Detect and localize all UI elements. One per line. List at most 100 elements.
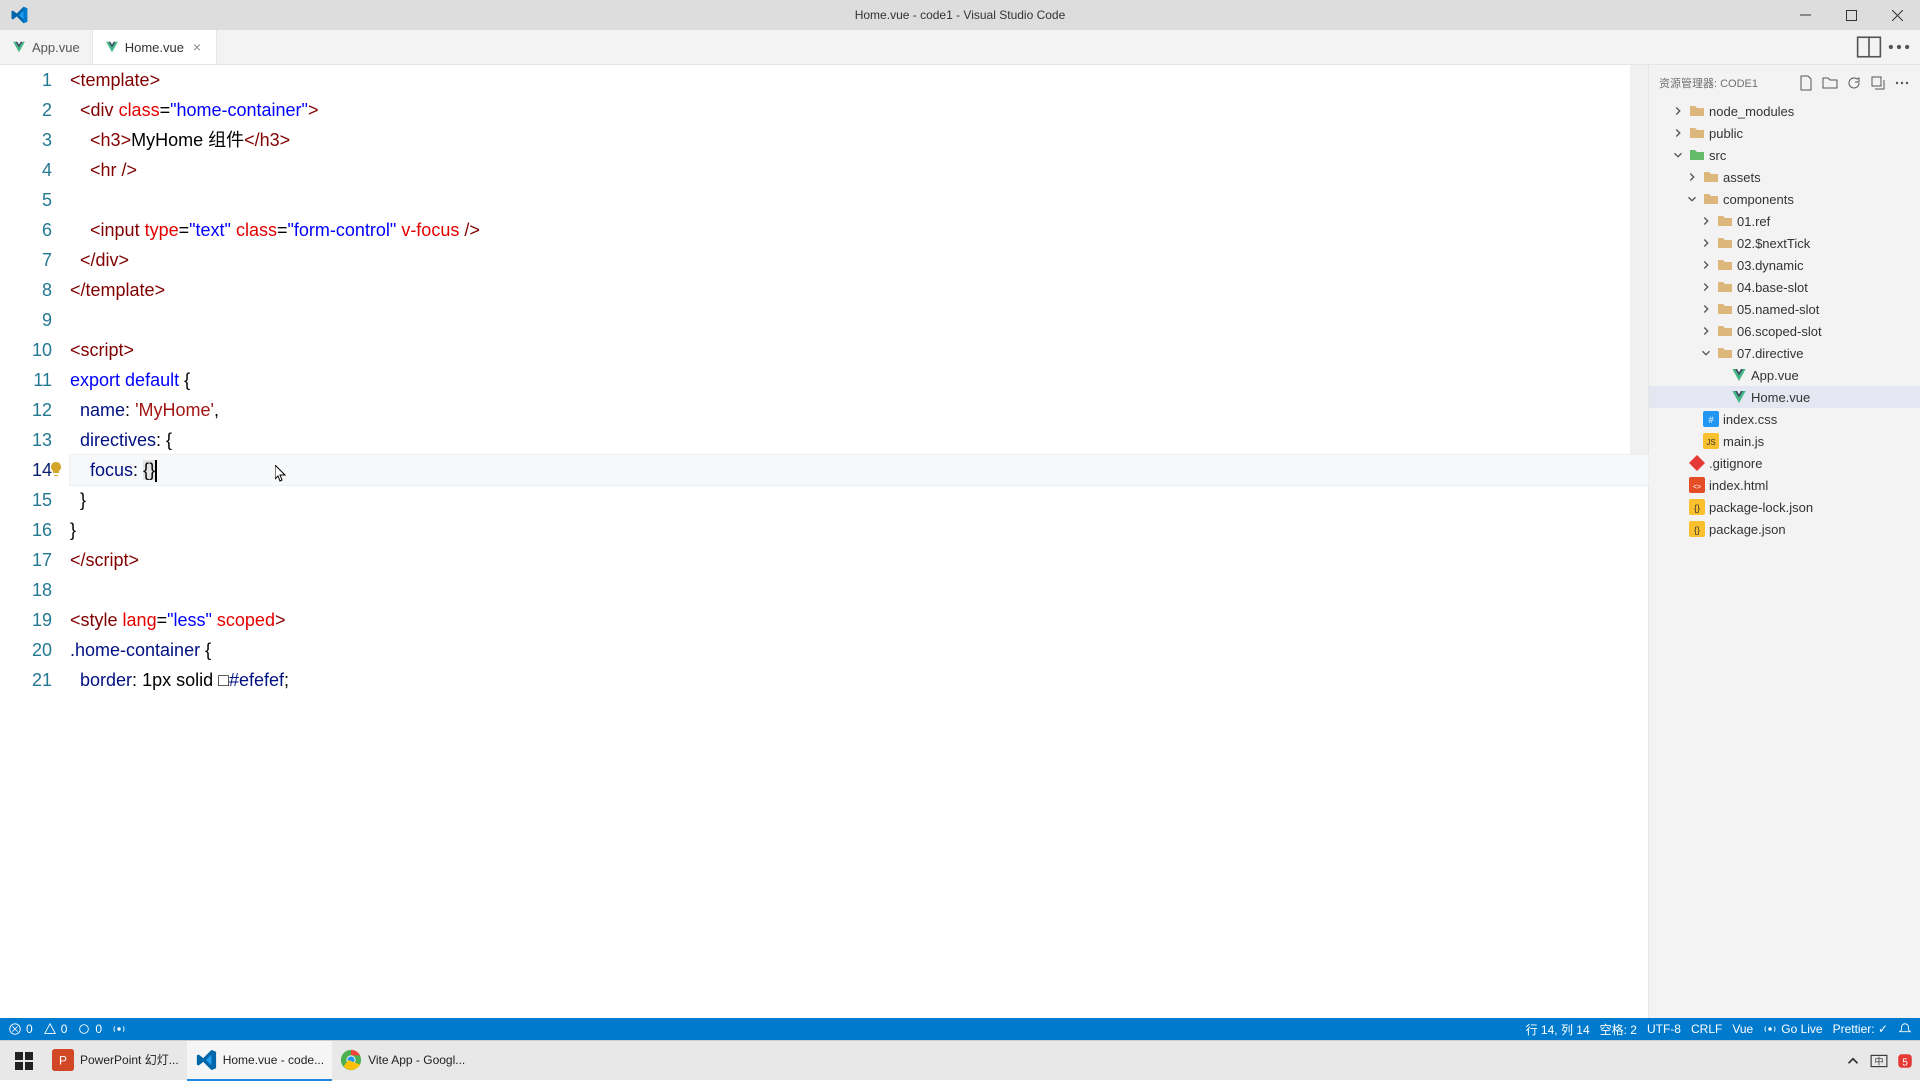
code-line[interactable]: <h3>MyHome 组件</h3>	[70, 125, 1648, 155]
code-line[interactable]: </script>	[70, 545, 1648, 575]
new-folder-icon[interactable]	[1822, 75, 1838, 91]
svg-text:{}: {}	[1694, 503, 1700, 513]
new-file-icon[interactable]	[1798, 75, 1814, 91]
status-bell-icon[interactable]	[1898, 1022, 1912, 1036]
tab-app-vue[interactable]: App.vue	[0, 30, 93, 64]
code-line[interactable]: name: 'MyHome',	[70, 395, 1648, 425]
chevron-right-icon[interactable]	[1699, 324, 1713, 338]
split-editor-icon[interactable]	[1856, 34, 1882, 60]
status-port[interactable]: 0	[77, 1022, 102, 1036]
collapse-all-icon[interactable]	[1870, 75, 1886, 91]
chevron-right-icon[interactable]	[1699, 236, 1713, 250]
tree-item-label: 02.$nextTick	[1737, 236, 1810, 251]
code-line[interactable]	[70, 575, 1648, 605]
code-line[interactable]: directives: {	[70, 425, 1648, 455]
tree-item-06-scoped-slot[interactable]: 06.scoped-slot	[1649, 320, 1920, 342]
tree-item-package-lock-json[interactable]: {}package-lock.json	[1649, 496, 1920, 518]
chevron-right-icon[interactable]	[1699, 258, 1713, 272]
status-eol[interactable]: CRLF	[1691, 1022, 1722, 1036]
tree-item-03-dynamic[interactable]: 03.dynamic	[1649, 254, 1920, 276]
tab-home-vue[interactable]: Home.vue×	[93, 30, 217, 64]
tree-item-app-vue[interactable]: App.vue	[1649, 364, 1920, 386]
code-editor[interactable]: 123456789101112131415161718192021 <templ…	[0, 65, 1648, 1018]
tray-app-icon[interactable]: 5	[1896, 1052, 1914, 1070]
refresh-icon[interactable]	[1846, 75, 1862, 91]
tree-item-assets[interactable]: assets	[1649, 166, 1920, 188]
start-button[interactable]	[4, 1041, 44, 1081]
code-line[interactable]: <template>	[70, 65, 1648, 95]
tree-item-node_modules[interactable]: node_modules	[1649, 100, 1920, 122]
chevron-right-icon[interactable]	[1699, 280, 1713, 294]
tree-item-02--nexttick[interactable]: 02.$nextTick	[1649, 232, 1920, 254]
tree-item-label: App.vue	[1751, 368, 1799, 383]
tree-item-package-json[interactable]: {}package.json	[1649, 518, 1920, 540]
tree-item-src[interactable]: src	[1649, 144, 1920, 166]
minimize-button[interactable]	[1782, 0, 1828, 30]
tray-ime-icon[interactable]: 中	[1870, 1052, 1888, 1070]
status-language[interactable]: Vue	[1732, 1022, 1753, 1036]
code-line[interactable]: export default {	[70, 365, 1648, 395]
tree-item-01-ref[interactable]: 01.ref	[1649, 210, 1920, 232]
tree-item-label: 07.directive	[1737, 346, 1803, 361]
code-line[interactable]: }	[70, 515, 1648, 545]
close-icon[interactable]: ×	[190, 40, 204, 54]
status-spaces[interactable]: 空格: 2	[1600, 1021, 1637, 1038]
chevron-down-icon[interactable]	[1699, 346, 1713, 360]
code-line[interactable]: <style lang="less" scoped>	[70, 605, 1648, 635]
svg-text:{}: {}	[1694, 525, 1700, 535]
code-line[interactable]: .home-container {	[70, 635, 1648, 665]
explorer-title: 资源管理器: CODE1	[1659, 75, 1758, 91]
code-line[interactable]: <input type="text" class="form-control" …	[70, 215, 1648, 245]
status-warnings[interactable]: 0	[43, 1022, 68, 1036]
sidebar-more-icon[interactable]	[1894, 75, 1910, 91]
code-line[interactable]: border: 1px solid □#efefef;	[70, 665, 1648, 695]
chevron-right-icon[interactable]	[1685, 170, 1699, 184]
more-actions-icon[interactable]	[1886, 34, 1912, 60]
code-line[interactable]: </template>	[70, 275, 1648, 305]
chevron-down-icon[interactable]	[1685, 192, 1699, 206]
code-line[interactable]: }	[70, 485, 1648, 515]
code-line[interactable]: focus: {}	[70, 455, 1648, 485]
chevron-right-icon[interactable]	[1699, 214, 1713, 228]
taskbar-item-chrome[interactable]: Vite App - Googl...	[332, 1041, 473, 1081]
tree-item-public[interactable]: public	[1649, 122, 1920, 144]
tree-item-index-html[interactable]: <>index.html	[1649, 474, 1920, 496]
status-errors[interactable]: 0	[8, 1022, 33, 1036]
status-golive[interactable]: Go Live	[1763, 1022, 1822, 1036]
chevron-down-icon[interactable]	[1671, 148, 1685, 162]
taskbar-item-powerpoint[interactable]: PPowerPoint 幻灯...	[44, 1041, 187, 1081]
tree-item--gitignore[interactable]: .gitignore	[1649, 452, 1920, 474]
close-button[interactable]	[1874, 0, 1920, 30]
tree-item-home-vue[interactable]: Home.vue	[1649, 386, 1920, 408]
lightbulb-icon[interactable]	[48, 461, 64, 477]
tree-item-label: 01.ref	[1737, 214, 1770, 229]
code-line[interactable]: </div>	[70, 245, 1648, 275]
taskbar-item-vscode[interactable]: Home.vue - code...	[187, 1041, 332, 1081]
chevron-right-icon[interactable]	[1671, 104, 1685, 118]
tree-item-label: src	[1709, 148, 1726, 163]
code-line[interactable]	[70, 305, 1648, 335]
tree-item-label: 03.dynamic	[1737, 258, 1803, 273]
code-line[interactable]: <script>	[70, 335, 1648, 365]
status-encoding[interactable]: UTF-8	[1647, 1022, 1681, 1036]
status-cursor-position[interactable]: 行 14, 列 14	[1526, 1021, 1590, 1038]
tree-item-04-base-slot[interactable]: 04.base-slot	[1649, 276, 1920, 298]
explorer-sidebar: 资源管理器: CODE1 node_modulespublic src assets…	[1648, 65, 1920, 1018]
chevron-right-icon[interactable]	[1699, 302, 1713, 316]
maximize-button[interactable]	[1828, 0, 1874, 30]
status-prettier[interactable]: Prettier: ✓	[1833, 1022, 1888, 1036]
window-title: Home.vue - code1 - Visual Studio Code	[855, 8, 1066, 22]
tree-item-05-named-slot[interactable]: 05.named-slot	[1649, 298, 1920, 320]
tray-chevron-icon[interactable]	[1844, 1052, 1862, 1070]
tree-item-label: 05.named-slot	[1737, 302, 1819, 317]
tree-item-07-directive[interactable]: 07.directive	[1649, 342, 1920, 364]
code-line[interactable]	[70, 185, 1648, 215]
status-radio-icon[interactable]	[112, 1022, 126, 1036]
tree-item-components[interactable]: components	[1649, 188, 1920, 210]
tree-item-main-js[interactable]: JSmain.js	[1649, 430, 1920, 452]
code-line[interactable]: <hr />	[70, 155, 1648, 185]
tree-item-index-css[interactable]: #index.css	[1649, 408, 1920, 430]
code-line[interactable]: <div class="home-container">	[70, 95, 1648, 125]
svg-text:<>: <>	[1693, 484, 1701, 491]
chevron-right-icon[interactable]	[1671, 126, 1685, 140]
